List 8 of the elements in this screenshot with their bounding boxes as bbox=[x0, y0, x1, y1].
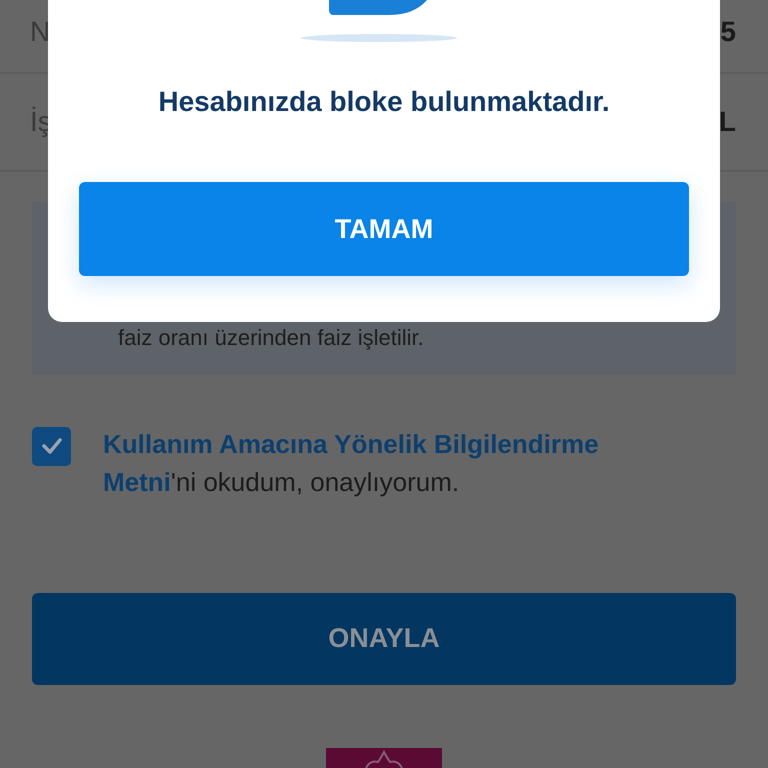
logo-icon bbox=[326, 748, 442, 768]
row-value: L bbox=[718, 106, 736, 138]
ok-button[interactable]: TAMAM bbox=[79, 182, 689, 276]
info-text: faiz oranı üzerinden faiz işletilir. bbox=[118, 324, 424, 351]
row-value: 5 bbox=[720, 16, 736, 48]
checkbox[interactable] bbox=[32, 426, 71, 466]
consent-text: Kullanım Amacına Yönelik Bilgilendirme Metni'ni okudum, onaylıyorum. bbox=[103, 428, 600, 499]
dialog-message: Hesabınızda bloke bulunmaktadır. bbox=[158, 86, 610, 118]
